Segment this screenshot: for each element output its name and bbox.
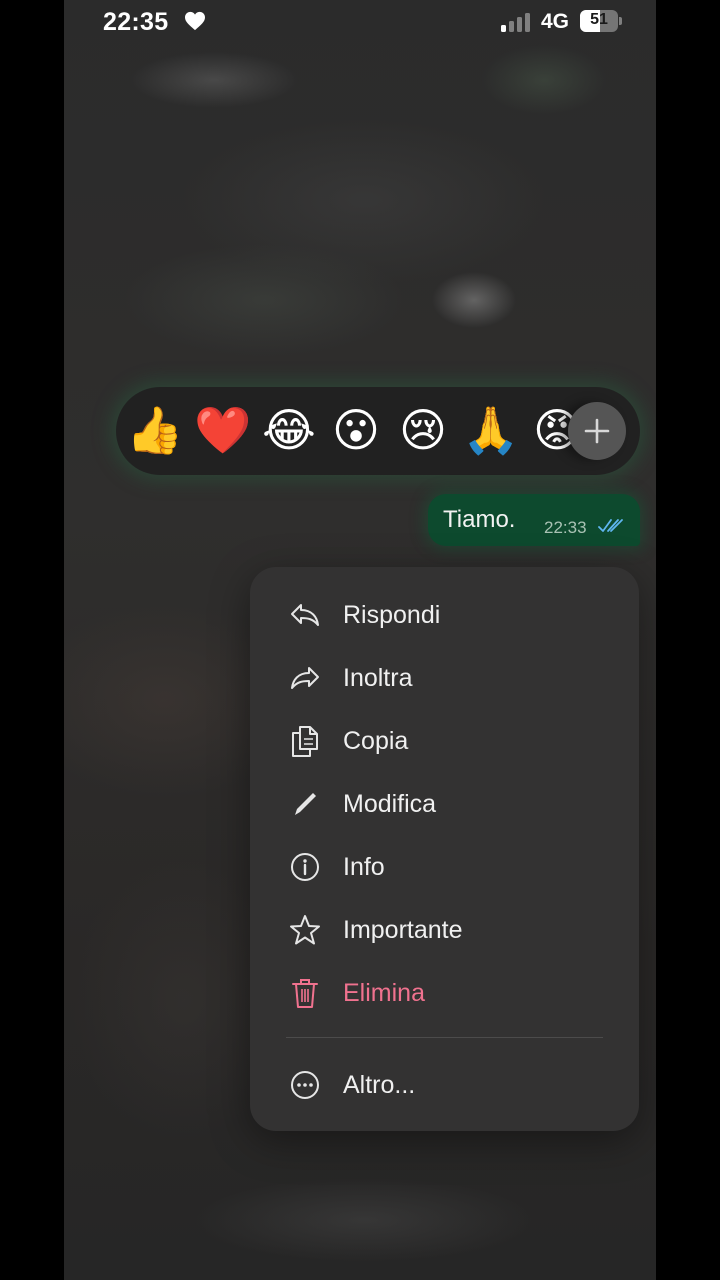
menu-item-more[interactable]: Altro... xyxy=(250,1057,639,1113)
menu-item-star[interactable]: Importante xyxy=(250,902,639,958)
menu-item-reply[interactable]: Rispondi xyxy=(250,587,639,643)
message-time: 22:33 xyxy=(544,518,587,537)
plus-icon xyxy=(584,418,610,444)
copy-icon xyxy=(292,726,318,757)
reaction-laughing[interactable]: 😂 xyxy=(261,402,317,458)
menu-divider xyxy=(286,1037,603,1038)
chat-screen: 22:35 4G 51 👍 ❤️ 😂 😮 😢 🙏 😡 Tiamo. 22:33 … xyxy=(64,0,656,1280)
menu-item-forward[interactable]: Inoltra xyxy=(250,650,639,706)
reaction-bar: 👍 ❤️ 😂 😮 😢 🙏 😡 xyxy=(116,387,640,475)
reaction-surprised[interactable]: 😮 xyxy=(328,402,384,458)
menu-item-copy[interactable]: Copia xyxy=(250,713,639,769)
reaction-praying[interactable]: 🙏 xyxy=(462,402,519,458)
reaction-heart[interactable]: ❤️ xyxy=(194,402,251,458)
menu-item-edit[interactable]: Modifica xyxy=(250,776,639,832)
battery-level: 51 xyxy=(590,11,608,28)
menu-item-delete[interactable]: Elimina xyxy=(250,965,639,1021)
battery-icon: 51 xyxy=(580,10,622,32)
network-type: 4G xyxy=(541,10,570,33)
trash-icon xyxy=(292,979,318,1008)
more-reactions-button[interactable] xyxy=(568,402,626,460)
more-icon xyxy=(291,1071,319,1099)
message-bubble[interactable]: Tiamo. 22:33 xyxy=(428,494,640,546)
forward-icon xyxy=(291,667,319,689)
heart-icon xyxy=(185,11,205,31)
message-context-menu: Rispondi Inoltra Copia Modifica Info Imp… xyxy=(250,567,639,1131)
reply-icon xyxy=(291,604,319,626)
status-bar: 22:35 4G 51 xyxy=(64,0,656,44)
reaction-crying[interactable]: 😢 xyxy=(395,402,451,458)
status-time: 22:35 xyxy=(103,8,169,36)
star-icon xyxy=(290,915,320,945)
read-ticks-icon xyxy=(598,519,623,532)
signal-icon xyxy=(501,13,530,32)
reaction-thumbs-up[interactable]: 👍 xyxy=(126,402,183,458)
menu-item-info[interactable]: Info xyxy=(250,839,639,895)
info-icon xyxy=(291,853,319,881)
message-text: Tiamo. xyxy=(443,506,516,533)
edit-icon xyxy=(295,793,316,815)
